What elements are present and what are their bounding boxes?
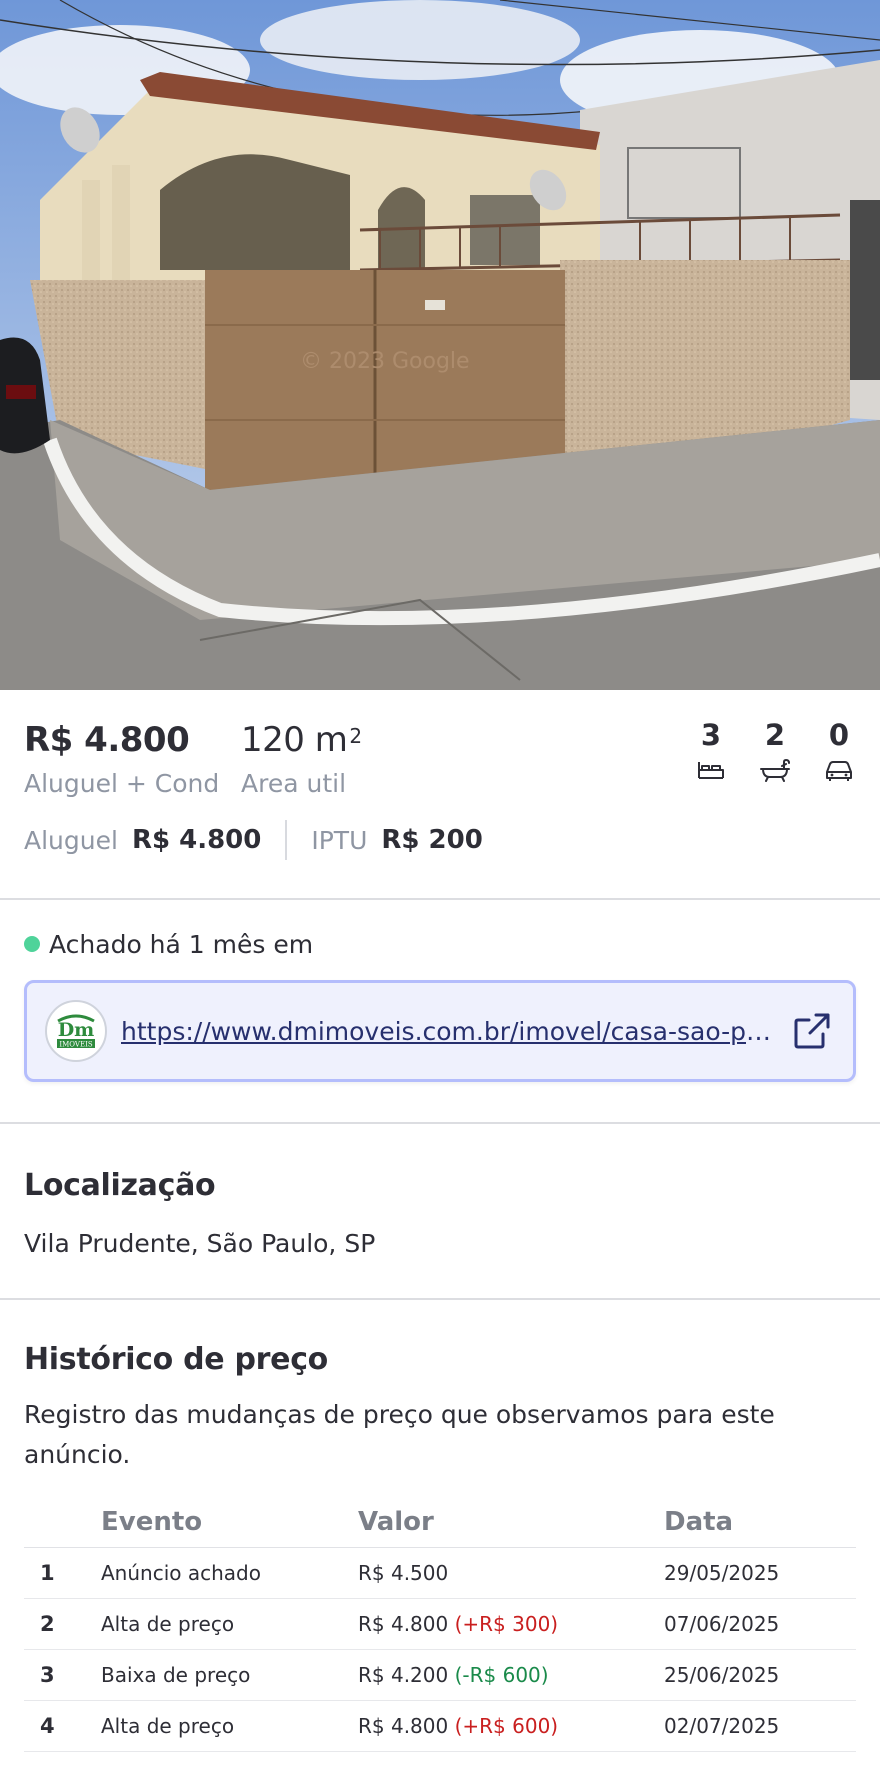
area-superscript: 2 bbox=[349, 724, 362, 748]
row-index: 4 bbox=[24, 1700, 101, 1752]
rent-value: R$ 4.800 bbox=[131, 825, 262, 855]
found-text: Achado há 1 mês em bbox=[49, 929, 314, 959]
price-change-up: (+R$ 600) bbox=[454, 1713, 559, 1738]
location-title: Localização bbox=[24, 1168, 216, 1203]
table-row: 2 Alta de preço R$ 4.800 (+R$ 300) 07/06… bbox=[24, 1598, 856, 1650]
price-block: R$ 4.800 Aluguel + Cond bbox=[24, 720, 219, 800]
row-index: 1 bbox=[24, 1547, 101, 1599]
features-list: 3 2 0 bbox=[694, 718, 856, 784]
iptu-label: IPTU bbox=[311, 825, 368, 855]
location-text: Vila Prudente, São Paulo, SP bbox=[24, 1229, 376, 1258]
row-date: 02/07/2025 bbox=[664, 1700, 856, 1752]
parking-count: 0 bbox=[828, 718, 850, 752]
bathrooms-count: 2 bbox=[764, 718, 786, 752]
row-value: R$ 4.500 bbox=[358, 1547, 664, 1599]
row-price: R$ 4.800 bbox=[358, 1611, 449, 1636]
logo-subtext: IMOVEIS bbox=[59, 1041, 92, 1049]
iptu-value: R$ 200 bbox=[381, 825, 483, 855]
price-history-table: Evento Valor Data 1 Anúncio achado R$ 4.… bbox=[24, 1497, 856, 1752]
table-row: 3 Baixa de preço R$ 4.200 (-R$ 600) 25/0… bbox=[24, 1649, 856, 1701]
cost-breakdown: Aluguel R$ 4.800 IPTU R$ 200 bbox=[24, 818, 483, 862]
header-index bbox=[24, 1497, 101, 1548]
row-price: R$ 4.800 bbox=[358, 1713, 449, 1738]
source-section: Achado há 1 mês em Dm IMOVEIS https://ww… bbox=[0, 900, 880, 1122]
bedrooms-count: 3 bbox=[700, 718, 722, 752]
row-event: Alta de preço bbox=[101, 1700, 358, 1752]
header-event: Evento bbox=[101, 1497, 358, 1548]
agency-logo: Dm IMOVEIS bbox=[45, 1000, 107, 1062]
location-section: Localização Vila Prudente, São Paulo, SP bbox=[0, 1124, 880, 1298]
row-event: Baixa de preço bbox=[101, 1649, 358, 1701]
history-title: Histórico de preço bbox=[24, 1342, 328, 1377]
bed-icon bbox=[694, 758, 728, 784]
row-event: Alta de preço bbox=[101, 1598, 358, 1650]
car-icon bbox=[822, 758, 856, 784]
row-date: 29/05/2025 bbox=[664, 1547, 856, 1599]
price-label: Aluguel + Cond bbox=[24, 769, 220, 798]
row-price: R$ 4.200 bbox=[358, 1662, 449, 1687]
price-change-up: (+R$ 300) bbox=[454, 1611, 559, 1636]
feature-bathrooms: 2 bbox=[758, 718, 792, 784]
row-value: R$ 4.800 (+R$ 300) bbox=[358, 1598, 664, 1650]
found-status: Achado há 1 mês em bbox=[24, 928, 856, 960]
price-history-section: Histórico de preço Registro das mudanças… bbox=[0, 1300, 880, 1752]
cost-separator bbox=[285, 820, 288, 860]
area-block: 120 m2 Area util bbox=[241, 720, 362, 800]
listing-photo[interactable]: © 2023 Google bbox=[0, 0, 880, 690]
row-price: R$ 4.500 bbox=[358, 1560, 449, 1585]
price-value: R$ 4.800 bbox=[24, 720, 190, 760]
row-date: 25/06/2025 bbox=[664, 1649, 856, 1701]
area-number: 120 m bbox=[241, 720, 348, 760]
header-date: Data bbox=[664, 1497, 856, 1548]
rent-label: Aluguel bbox=[24, 825, 118, 855]
row-index: 2 bbox=[24, 1598, 101, 1650]
source-url[interactable]: https://www.dmimoveis.com.br/imovel/casa… bbox=[121, 1017, 773, 1046]
external-link-icon[interactable] bbox=[791, 1010, 833, 1052]
source-link-card[interactable]: Dm IMOVEIS https://www.dmimoveis.com.br/… bbox=[24, 980, 856, 1082]
price-change-down: (-R$ 600) bbox=[454, 1662, 549, 1687]
history-description: Registro das mudanças de preço que obser… bbox=[24, 1400, 775, 1469]
table-row: 4 Alta de preço R$ 4.800 (+R$ 600) 02/07… bbox=[24, 1700, 856, 1752]
listing-summary: R$ 4.800 Aluguel + Cond 120 m2 Area util… bbox=[0, 690, 880, 898]
area-value: 120 m2 bbox=[241, 720, 362, 760]
status-dot-icon bbox=[24, 936, 40, 952]
row-date: 07/06/2025 bbox=[664, 1598, 856, 1650]
row-event: Anúncio achado bbox=[101, 1547, 358, 1599]
feature-parking: 0 bbox=[822, 718, 856, 784]
row-value: R$ 4.800 (+R$ 600) bbox=[358, 1700, 664, 1752]
bathtub-icon bbox=[758, 758, 792, 784]
svg-text:© 2023 Google: © 2023 Google bbox=[300, 349, 470, 374]
area-label: Area util bbox=[241, 769, 347, 798]
header-value: Valor bbox=[358, 1497, 664, 1548]
logo-text: Dm bbox=[58, 1019, 95, 1041]
row-index: 3 bbox=[24, 1649, 101, 1701]
row-value: R$ 4.200 (-R$ 600) bbox=[358, 1649, 664, 1701]
feature-bedrooms: 3 bbox=[694, 718, 728, 784]
table-row: 1 Anúncio achado R$ 4.500 29/05/2025 bbox=[24, 1547, 856, 1599]
table-header-row: Evento Valor Data bbox=[24, 1497, 856, 1548]
house-photo-illustration: © 2023 Google bbox=[0, 0, 880, 690]
